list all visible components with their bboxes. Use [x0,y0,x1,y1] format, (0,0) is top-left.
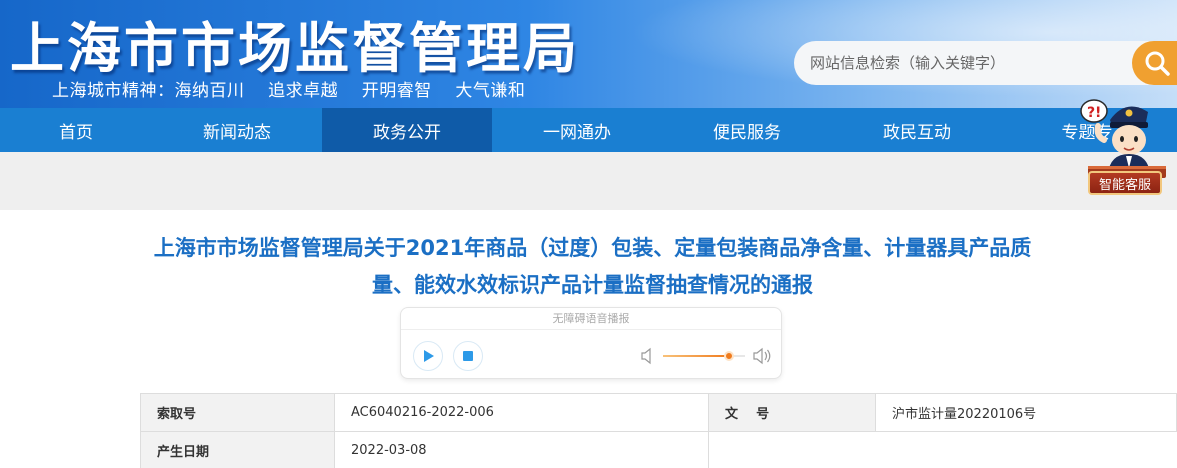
audio-caption: 无障碍语音播报 [401,308,781,330]
search-input[interactable] [794,41,1124,85]
nav-item-public-services[interactable]: 便民服务 [662,108,832,152]
search-box [794,41,1177,85]
nav-item-news[interactable]: 新闻动态 [152,108,322,152]
banner-spacer [0,152,1177,210]
index-number-label: 索取号 [140,393,335,432]
document-info-table: 索取号 AC6040216-2022-006 文 号 沪市监计量20220106… [140,393,1177,468]
site-title[interactable]: 上海市市场监督管理局 [10,4,580,83]
table-row: 索取号 AC6040216-2022-006 文 号 沪市监计量20220106… [140,393,1177,432]
audio-player: 无障碍语音播报 [400,307,782,379]
search-button[interactable] [1132,41,1177,85]
issue-date-label: 产生日期 [140,431,335,468]
volume-knob[interactable] [723,351,734,361]
document-number-label: 文 号 [708,393,876,432]
volume-low-icon [641,347,651,365]
smart-service-button[interactable]: 智能客服 [1088,171,1162,195]
play-icon [424,350,434,362]
empty-cell [876,432,1177,468]
site-header: 上海市市场监督管理局 上海城市精神：海纳百川 追求卓越 开明睿智 大气谦和 [0,0,1177,108]
volume-fill [663,355,729,357]
nav-item-government-affairs[interactable]: 政务公开 [322,108,492,152]
stop-button[interactable] [453,341,483,371]
document-number-value: 沪市监计量20220106号 [875,393,1177,432]
issue-date-value: 2022-03-08 [334,431,709,468]
svg-text:!: ! [1095,105,1101,121]
table-row: 产生日期 2022-03-08 [140,431,1177,468]
volume-slider[interactable] [663,351,745,361]
index-number-value: AC6040216-2022-006 [334,393,709,432]
search-icon [1145,51,1170,76]
volume-high-icon [753,347,771,365]
article-title: 上海市市场监督管理局关于2021年商品（过度）包装、定量包装商品净含量、计量器具… [153,236,1032,297]
main-nav: 首页 新闻动态 政务公开 一网通办 便民服务 政民互动 专题专 [0,108,1177,152]
empty-cell [709,432,876,468]
city-spirit-slogan: 上海城市精神：海纳百川 追求卓越 开明睿智 大气谦和 [52,81,526,101]
nav-item-one-stop-service[interactable]: 一网通办 [492,108,662,152]
play-button[interactable] [413,341,443,371]
svg-text:?: ? [1087,105,1095,121]
nav-item-home[interactable]: 首页 [0,108,152,152]
stop-icon [463,351,473,361]
nav-item-interaction[interactable]: 政民互动 [832,108,1002,152]
